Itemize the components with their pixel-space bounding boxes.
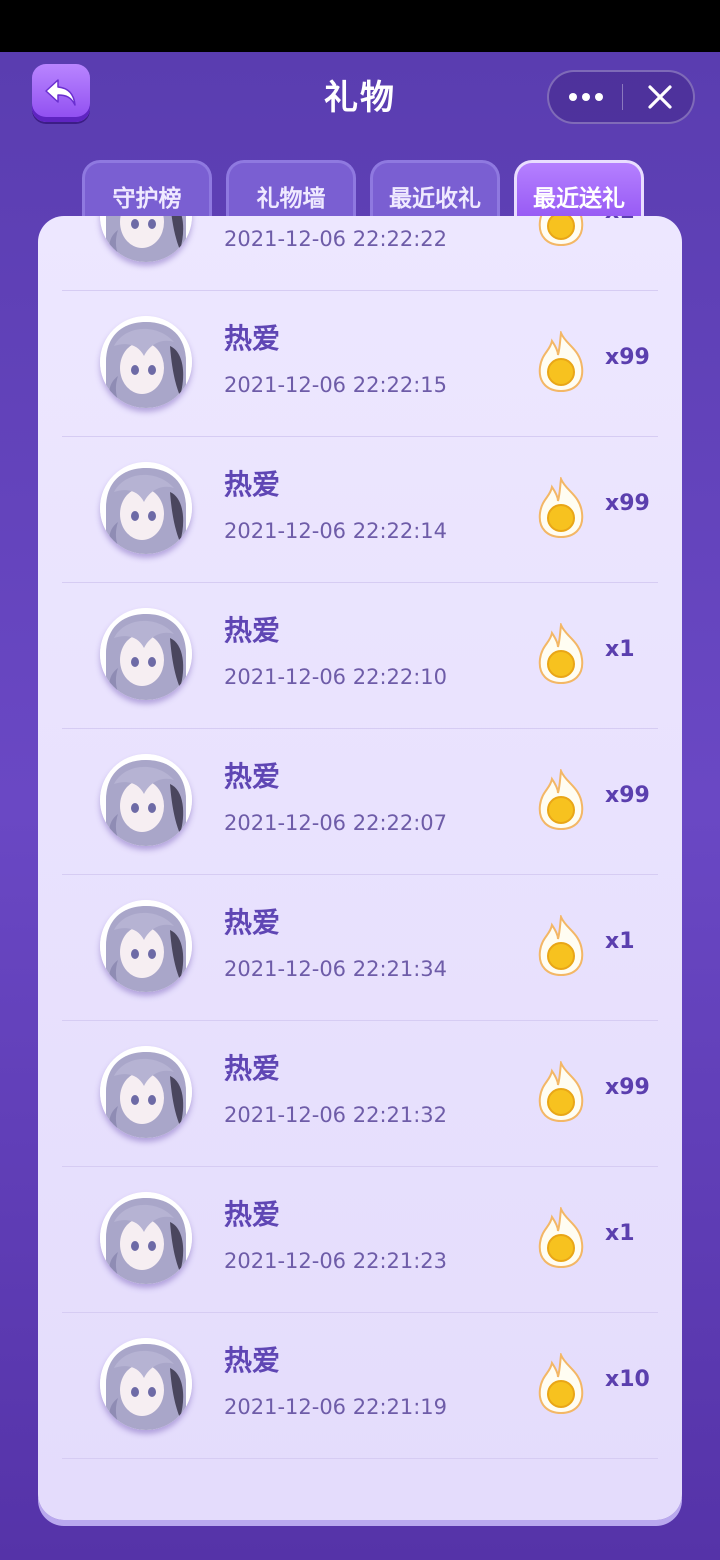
flame-egg-icon [536, 475, 586, 539]
gift-time: 2021-12-06 22:21:19 [224, 1395, 448, 1419]
gift-time: 2021-12-06 22:22:15 [224, 373, 448, 397]
more-dots-icon [568, 93, 603, 101]
flame-egg-icon [536, 1205, 586, 1269]
gift-count: x99 [605, 1075, 650, 1100]
gift-record-panel[interactable]: 热爱 2021-12-06 22:22:22 x1 热爱 [38, 216, 682, 1520]
gift-count: x1 [605, 929, 635, 954]
sender-name: 热爱 [224, 614, 281, 647]
avatar [100, 1046, 192, 1138]
sender-name: 热爱 [224, 322, 281, 355]
list-item: 热爱 2021-12-06 22:21:19 x10 [38, 1313, 682, 1459]
avatar [100, 1338, 192, 1430]
gift-time: 2021-12-06 22:21:32 [224, 1103, 448, 1127]
sender-name: 热爱 [224, 760, 281, 793]
list-item: 热爱 2021-12-06 22:22:10 x1 [38, 583, 682, 729]
gift-time: 2021-12-06 22:21:34 [224, 957, 448, 981]
gift-time: 2021-12-06 22:22:10 [224, 665, 448, 689]
tab-guardian-rank[interactable]: 守护榜 [82, 160, 212, 222]
sender-name: 热爱 [224, 1198, 281, 1231]
gift-screen: 礼物 守护榜 礼物墙 最近收礼 最近送礼 2021-12-06 22:22:22… [0, 52, 720, 1560]
list-item: 热爱 2021-12-06 22:22:07 x99 [38, 729, 682, 875]
avatar [100, 900, 192, 992]
list-item: 热爱 2021-12-06 22:22:15 x99 [38, 291, 682, 437]
close-button[interactable] [623, 72, 696, 122]
list-item: 热爱 2021-12-06 22:22:14 x99 [38, 437, 682, 583]
sender-name: 热爱 [224, 906, 281, 939]
sender-name: 热爱 [224, 468, 281, 501]
avatar [100, 608, 192, 700]
gift-count: x1 [605, 1221, 635, 1246]
list-item: 热爱 2021-12-06 22:21:23 x1 [38, 1167, 682, 1313]
gift-count: x1 [605, 216, 635, 224]
close-icon [647, 85, 672, 109]
flame-egg-icon [536, 329, 586, 393]
mini-program-capsule [547, 70, 695, 124]
gift-count: x10 [605, 1367, 650, 1392]
avatar [100, 1192, 192, 1284]
gift-time: 2021-12-06 22:22:22 [224, 227, 448, 251]
list-item: 热爱 2021-12-06 22:22:22 x1 [38, 216, 682, 291]
more-button[interactable] [549, 72, 622, 122]
gift-record-list: 热爱 2021-12-06 22:22:22 x1 热爱 [38, 216, 682, 1459]
flame-egg-icon [536, 1351, 586, 1415]
gift-time: 2021-12-06 22:22:14 [224, 519, 448, 543]
gift-count: x1 [605, 637, 635, 662]
avatar [100, 462, 192, 554]
flame-egg-icon [536, 621, 586, 685]
list-item: 热爱 2021-12-06 22:21:34 x1 [38, 875, 682, 1021]
avatar [100, 216, 192, 262]
tab-gift-wall[interactable]: 礼物墙 [226, 160, 356, 222]
sender-name: 热爱 [224, 1344, 281, 1377]
flame-egg-icon [536, 216, 586, 247]
flame-egg-icon [536, 913, 586, 977]
gift-time: 2021-12-06 22:21:23 [224, 1249, 448, 1273]
tab-recent-received[interactable]: 最近收礼 [370, 160, 500, 222]
list-item: 热爱 2021-12-06 22:21:32 x99 [38, 1021, 682, 1167]
tab-bar: 守护榜 礼物墙 最近收礼 最近送礼 [0, 160, 720, 222]
gift-count: x99 [605, 783, 650, 808]
gift-time: 2021-12-06 22:22:07 [224, 811, 448, 835]
tab-recent-sent[interactable]: 最近送礼 [514, 160, 644, 222]
gift-count: x99 [605, 491, 650, 516]
gift-count: x99 [605, 345, 650, 370]
sender-name: 热爱 [224, 1052, 281, 1085]
avatar [100, 754, 192, 846]
flame-egg-icon [536, 767, 586, 831]
avatar [100, 316, 192, 408]
flame-egg-icon [536, 1059, 586, 1123]
